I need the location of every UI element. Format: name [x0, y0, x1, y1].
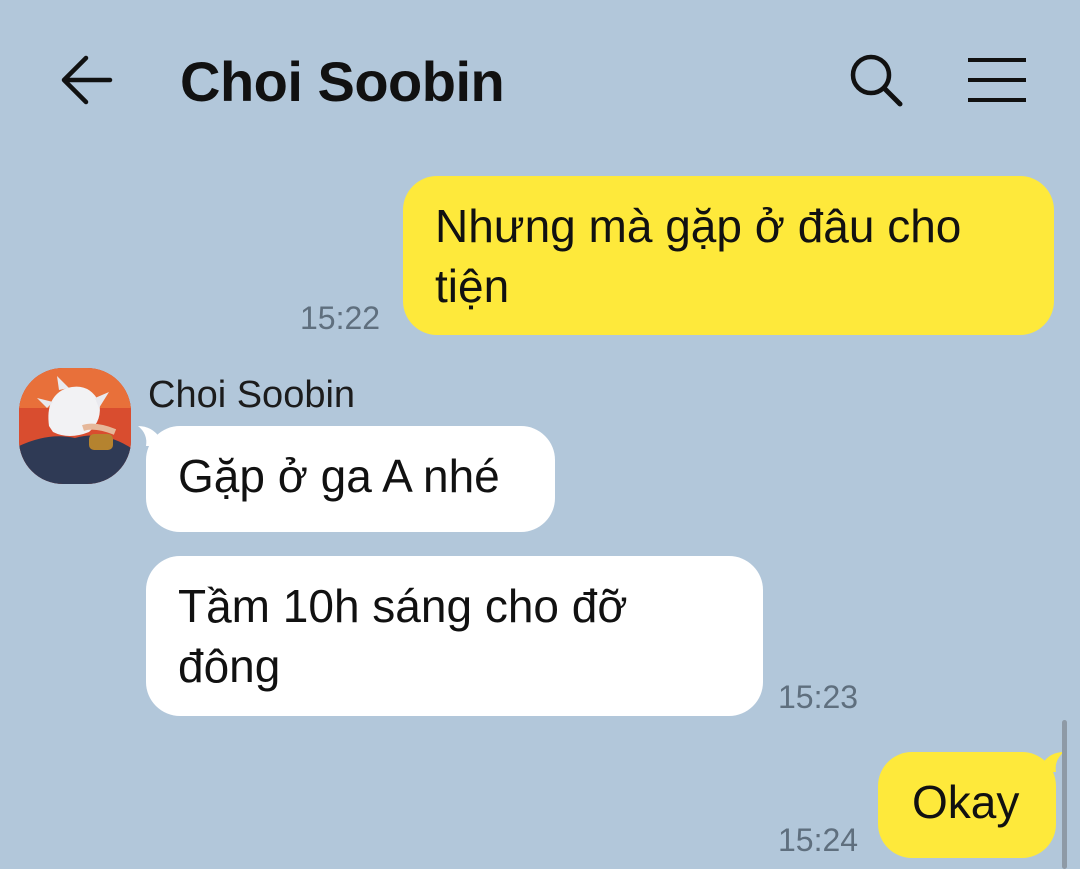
arrow-left-icon: [61, 55, 113, 105]
message-timestamp: 15:24: [778, 822, 859, 858]
message-text: Okay: [912, 776, 1020, 828]
avatar-image: [19, 368, 131, 484]
bubble-tail: [1042, 752, 1064, 772]
my-message-bubble[interactable]: Nhưng mà gặp ở đâu cho tiện: [403, 176, 1054, 335]
menu-button[interactable]: [962, 52, 1034, 108]
message-timestamp: 15:22: [300, 300, 381, 336]
hamburger-menu-icon: [968, 58, 1026, 102]
back-button[interactable]: [52, 48, 122, 112]
chat-title: Choi Soobin: [180, 50, 505, 113]
bubble-tail: [138, 426, 160, 446]
message-text-line: đông: [178, 640, 281, 692]
my-message-bubble[interactable]: Okay: [878, 752, 1064, 858]
chat-screen: Choi Soobin 15:22 Nhưng mà gặp ở đâu cho…: [0, 0, 1080, 869]
message-text: Gặp ở ga A nhé: [178, 450, 500, 502]
sender-name: Choi Soobin: [148, 374, 356, 416]
message-text-line: Nhưng mà gặp ở đâu cho: [435, 200, 962, 252]
search-button[interactable]: [844, 50, 910, 112]
their-message-bubble[interactable]: Gặp ở ga A nhé: [138, 426, 555, 532]
their-message-bubble[interactable]: Tầm 10h sáng cho đỡ đông: [146, 556, 763, 716]
message-timestamp: 15:23: [778, 679, 859, 715]
search-icon: [850, 54, 903, 107]
scrollbar[interactable]: [1062, 720, 1067, 869]
message-text-line: tiện: [435, 260, 510, 312]
message-text-line: Tầm 10h sáng cho đỡ: [178, 580, 628, 632]
avatar[interactable]: [19, 368, 131, 484]
